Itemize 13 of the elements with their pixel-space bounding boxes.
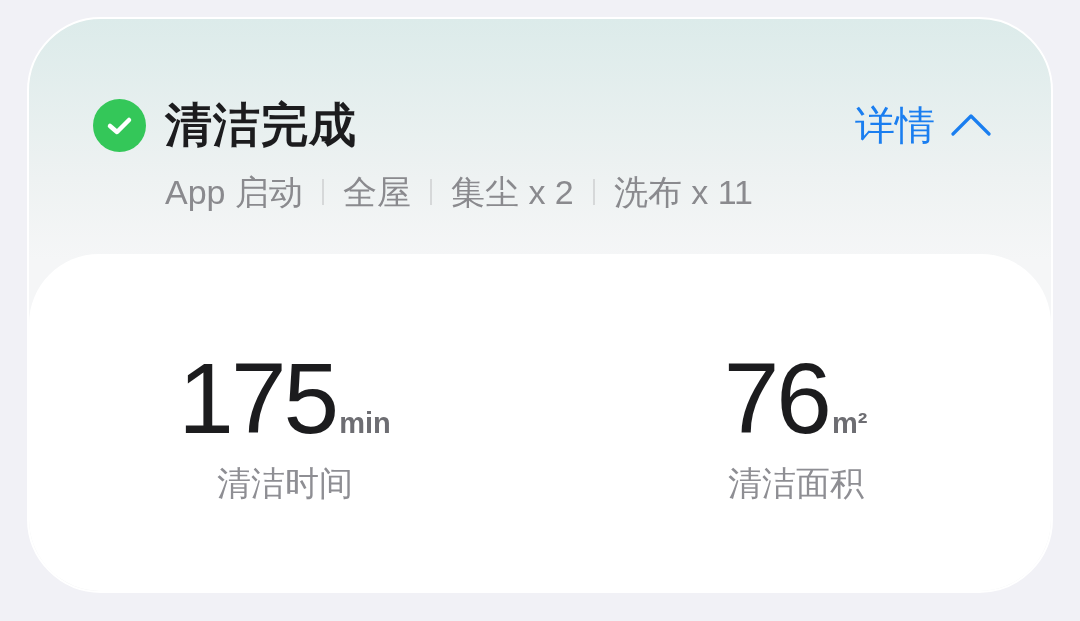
stat-unit: min: [339, 409, 391, 438]
stat-label: 清洁时间: [216, 463, 353, 504]
summary-item: 洗布 x 11: [613, 172, 753, 213]
stat-value: 175: [178, 348, 337, 448]
details-link[interactable]: 详情: [855, 99, 991, 151]
check-circle-icon: [93, 98, 146, 152]
stat-value: 76: [723, 348, 829, 448]
stat-unit: m²: [831, 409, 868, 438]
summary-item: 集尘 x 2: [450, 172, 574, 213]
summary-item: App 启动: [165, 172, 303, 213]
status-title: 清洁完成: [165, 97, 357, 153]
stat-label: 清洁面积: [727, 463, 864, 504]
summary-item: 全屋: [342, 172, 411, 213]
